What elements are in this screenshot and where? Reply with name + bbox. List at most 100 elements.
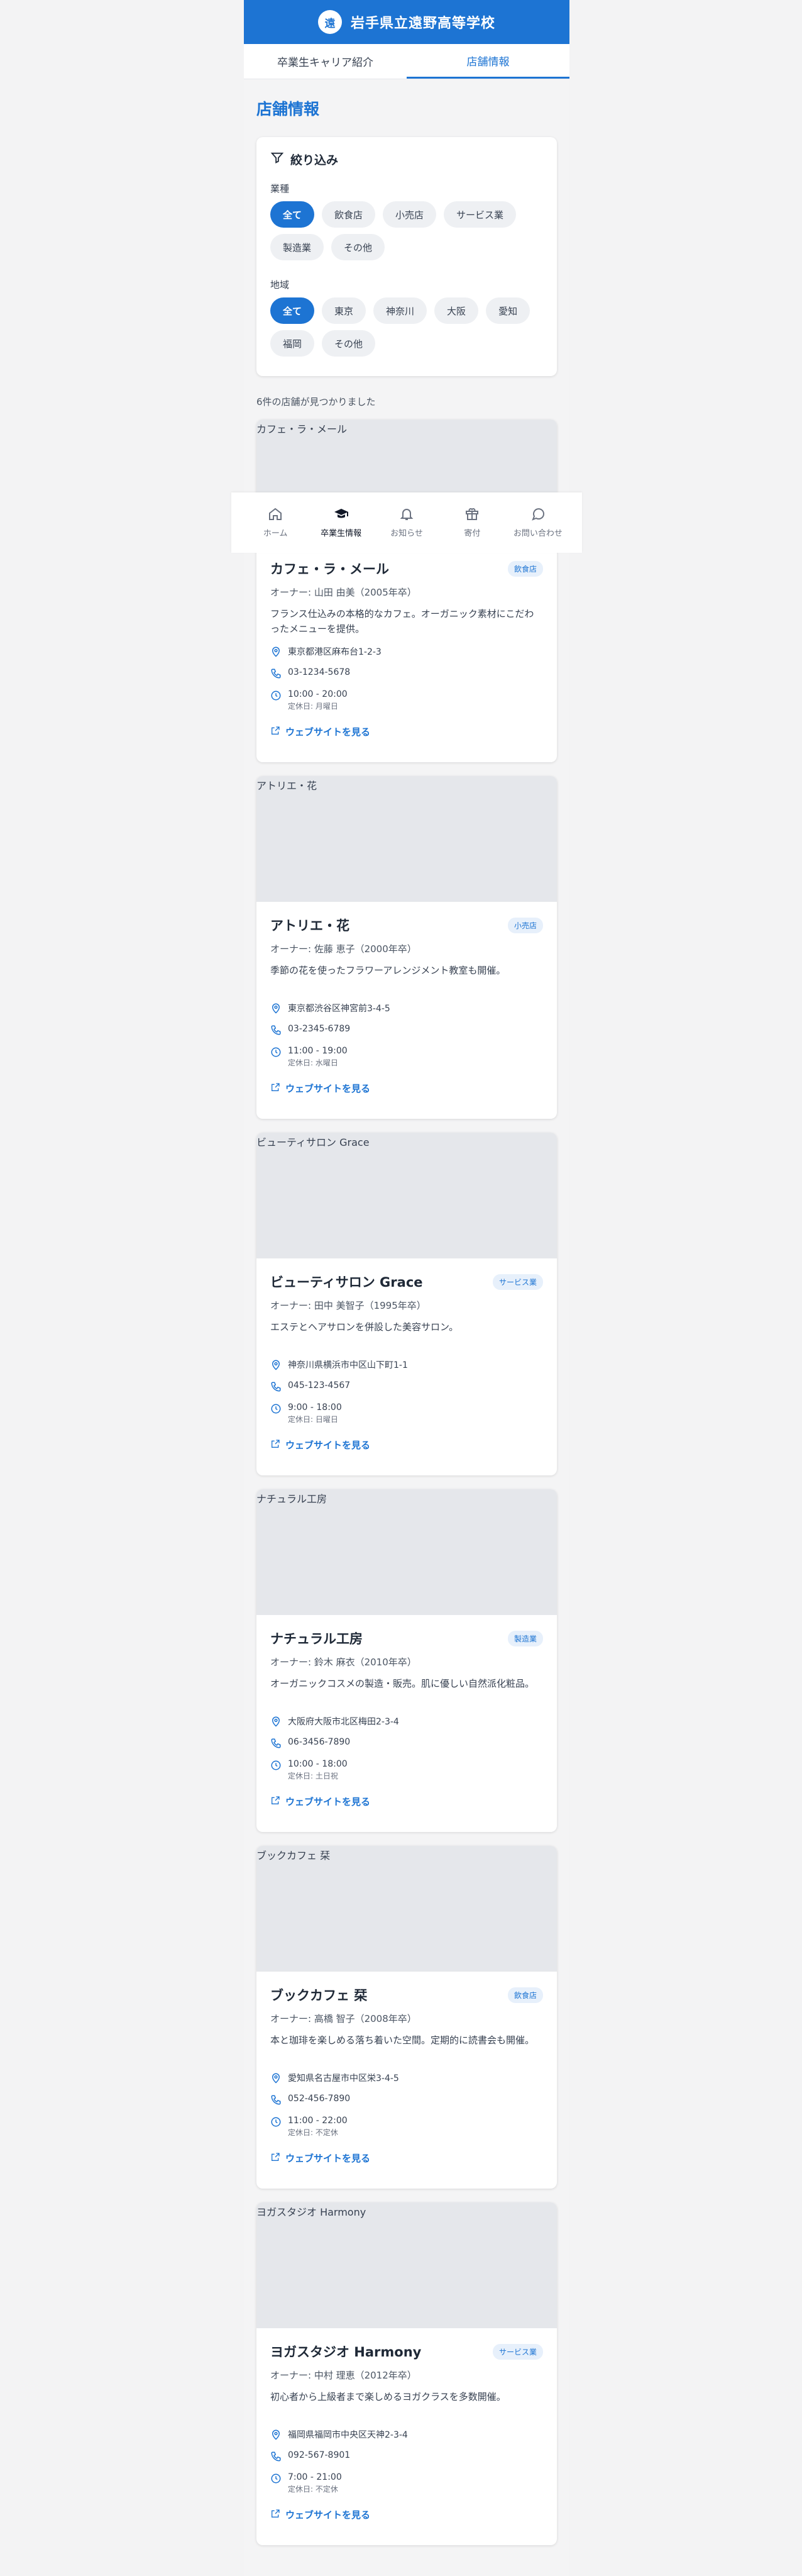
bottom-navigation: ホーム 卒業生情報 お知らせ 寄付 お問い合わせ [231,492,582,553]
nav-contact[interactable]: お問い合わせ [505,492,571,553]
store-hours: 7:00 - 21:00 定休日: 不定休 [270,2472,543,2494]
store-badge: 飲食店 [507,1987,543,2003]
hours-text: 11:00 - 19:00 [288,1046,348,1056]
nav-donation[interactable]: 寄付 [439,492,505,553]
store-hours: 11:00 - 19:00 定休日: 水曜日 [270,1046,543,1068]
school-name: 岩手県立遠野高等学校 [350,15,495,31]
industry-label: 業種 [270,183,290,194]
location-pin-icon [270,2072,282,2086]
region-chip-tokyo[interactable]: 東京 [322,297,366,324]
nav-home[interactable]: ホーム [243,492,308,553]
store-badge: サービス業 [492,1274,543,1290]
industry-chip-service[interactable]: サービス業 [444,201,517,228]
website-link[interactable]: ウェブサイトを見る [270,1795,543,1808]
nav-donation-label: 寄付 [464,529,481,538]
home-icon [268,506,283,525]
nav-alumni[interactable]: 卒業生情報 [308,492,373,553]
external-link-icon [270,1082,280,1095]
store-description: フランス仕込みの本格的なカフェ。オーガニック素材にこだわったメニューを提供。 [270,608,534,635]
phone-icon [270,2094,282,2108]
store-hours: 10:00 - 20:00 定休日: 月曜日 [270,689,543,711]
phone-icon [270,1024,282,1038]
nav-contact-label: お問い合わせ [513,529,563,538]
website-label: ウェブサイトを見る [285,2509,371,2521]
store-phone: 092-567-8901 [270,2450,543,2465]
phone-text: 03-1234-5678 [288,667,351,677]
external-link-icon [270,2509,280,2521]
external-link-icon [270,2152,280,2165]
store-phone: 045-123-4567 [270,1380,543,1395]
store-card: ヨガスタジオ Harmony ヨガスタジオ Harmony サービス業 オーナー:… [256,2202,557,2545]
tab-store-info[interactable]: 店舗情報 [407,44,569,79]
nav-news[interactable]: お知らせ [374,492,439,553]
phone-text: 092-567-8901 [288,2450,351,2460]
message-icon [530,506,546,525]
region-chip-aichi[interactable]: 愛知 [486,297,530,324]
bell-icon [399,506,414,525]
store-owner: オーナー: 山田 由美（2005年卒） [270,587,417,598]
phone-text: 045-123-4567 [288,1380,351,1391]
gift-icon [464,506,480,525]
region-chip-other[interactable]: その他 [322,330,376,357]
region-chip-osaka[interactable]: 大阪 [434,297,479,324]
app-header: 遠 岩手県立遠野高等学校 [244,0,569,44]
closed-days: 定休日: 不定休 [288,2485,338,2494]
store-address: 福岡県福岡市中央区天神2-3-4 [270,2428,543,2443]
external-link-icon [270,1439,280,1452]
website-link[interactable]: ウェブサイトを見る [270,1438,543,1452]
website-link[interactable]: ウェブサイトを見る [270,725,543,738]
clock-icon [270,1402,282,1417]
industry-chip-other[interactable]: その他 [331,234,385,260]
address-text: 東京都渋谷区神宮前3-4-5 [288,1004,390,1014]
industry-chip-all[interactable]: 全て [270,201,315,228]
store-phone: 03-2345-6789 [270,1024,543,1038]
store-owner: オーナー: 田中 美智子（1995年卒） [270,1300,426,1311]
store-address: 愛知県名古屋市中区栄3-4-5 [270,2072,543,2086]
hours-text: 7:00 - 21:00 [288,2472,342,2482]
store-name: ナチュラル工房 [270,1631,363,1646]
hours-text: 11:00 - 22:00 [288,2116,348,2126]
nav-alumni-label: 卒業生情報 [321,529,362,538]
store-card: アトリエ・花 アトリエ・花 小売店 オーナー: 佐藤 恵子（2000年卒） 季節の… [256,776,557,1119]
store-description: オーガニックコスメの製造・販売。肌に優しい自然派化粧品。 [270,1678,535,1689]
store-name: ビューティサロン Grace [270,1275,423,1290]
tab-alumni-careers[interactable]: 卒業生キャリア紹介 [244,44,407,79]
website-link[interactable]: ウェブサイトを見る [270,1082,543,1095]
store-address: 神奈川県横浜市中区山下町1-1 [270,1358,543,1373]
clock-icon [270,2472,282,2487]
store-image: アトリエ・花 [256,776,557,902]
results-count: 6件の店舗が見つかりました [256,396,376,408]
store-owner: オーナー: 高橋 智子（2008年卒） [270,2013,417,2024]
store-description: エステとヘアサロンを併設した美容サロン。 [270,1321,459,1333]
website-link[interactable]: ウェブサイトを見る [270,2151,543,2165]
phone-text: 03-2345-6789 [288,1024,351,1034]
website-link[interactable]: ウェブサイトを見る [270,2508,543,2521]
main-content: 店舗情報 絞り込み 業種 全て 飲食店 小売店 サービス業 製造業 その他 地域… [244,97,569,2545]
store-address: 東京都渋谷区神宮前3-4-5 [270,1002,543,1016]
phone-icon [270,1380,282,1395]
store-badge: 製造業 [507,1630,543,1646]
clock-icon [270,2116,282,2130]
store-name: ブックカフェ 栞 [270,1988,368,2003]
store-badge: 小売店 [507,917,543,933]
region-chip-kanagawa[interactable]: 神奈川 [373,297,427,324]
nav-home-label: ホーム [263,529,288,538]
clock-icon [270,1759,282,1774]
store-image: ナチュラル工房 [256,1489,557,1615]
external-link-icon [270,726,280,738]
external-link-icon [270,1796,280,1808]
address-text: 愛知県名古屋市中区栄3-4-5 [288,2074,399,2084]
phone-icon [270,667,282,682]
industry-chip-restaurant[interactable]: 飲食店 [322,201,376,228]
industry-chip-retail[interactable]: 小売店 [383,201,437,228]
filter-heading: 絞り込み [270,151,543,168]
address-text: 東京都港区麻布台1-2-3 [288,647,382,657]
region-chip-all[interactable]: 全て [270,297,315,324]
app-container: 遠 岩手県立遠野高等学校 卒業生キャリア紹介 店舗情報 店舗情報 絞り込み 業種… [244,0,569,2576]
website-label: ウェブサイトを見る [285,726,371,738]
address-text: 福岡県福岡市中央区天神2-3-4 [288,2430,408,2440]
website-label: ウェブサイトを見る [285,1083,371,1094]
industry-chip-manufacturing[interactable]: 製造業 [270,234,324,260]
region-chip-fukuoka[interactable]: 福岡 [270,330,315,357]
address-text: 大阪府大阪市北区梅田2-3-4 [288,1717,399,1727]
